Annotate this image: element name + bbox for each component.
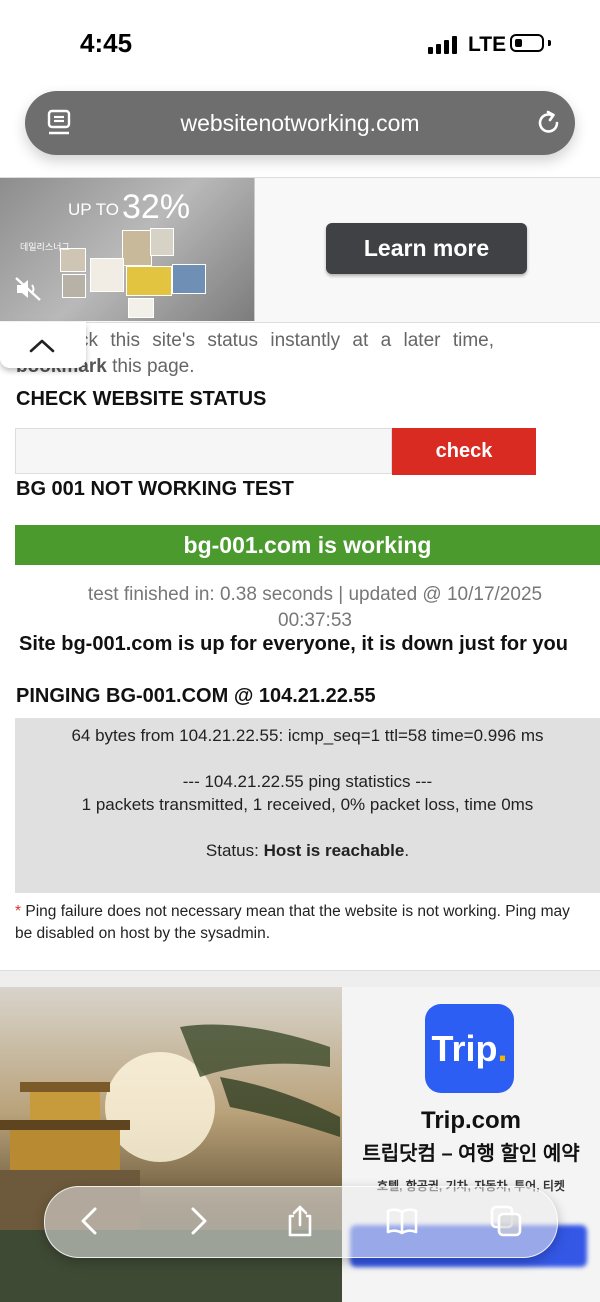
site-status-text: Site bg-001.com is up for everyone, it i… xyxy=(19,633,568,655)
browser-toolbar xyxy=(44,1186,558,1258)
ping-status: Status: Host is reachable. xyxy=(205,841,410,860)
check-button[interactable]: check xyxy=(392,428,536,475)
test-time: test finished in: 0.38 seconds | updated… xyxy=(0,582,600,634)
footnote-text: Ping failure does not necessary mean tha… xyxy=(15,903,570,942)
mute-icon[interactable] xyxy=(14,276,44,302)
learn-more-button[interactable]: Learn more xyxy=(326,223,527,274)
network-label: LTE xyxy=(468,33,507,56)
ping-heading: PINGING BG-001.COM @ 104.21.22.55 xyxy=(16,685,376,707)
page-menu-icon[interactable] xyxy=(47,109,73,137)
ad-image[interactable]: UP TO 32% 데일리스너그 xyxy=(0,178,255,321)
ping-output: 64 bytes from 104.21.22.55: icmp_seq=1 t… xyxy=(15,718,600,893)
trip-tagline: 트립닷컴 – 여행 할인 예약 xyxy=(362,1143,580,1165)
ping-footnote: * Ping failure does not necessary mean t… xyxy=(15,901,590,945)
tabs-icon[interactable] xyxy=(489,1204,523,1238)
ad-promo-prefix: UP TO xyxy=(68,200,120,219)
ad-brand-text: 데일리스너그 xyxy=(20,242,70,252)
battery-icon xyxy=(510,34,544,52)
reload-icon[interactable] xyxy=(535,109,563,137)
bookmark-hint-text-after: this page. xyxy=(112,356,195,377)
clock: 4:45 xyxy=(80,28,133,58)
ping-status-label: Status: xyxy=(205,841,259,860)
ping-stats-line: 1 packets transmitted, 1 received, 0% pa… xyxy=(81,795,534,814)
ping-stats-header: --- 104.21.22.55 ping statistics --- xyxy=(182,772,433,791)
footnote-star: * xyxy=(15,903,22,920)
test-time-line2: 00:37:53 xyxy=(278,610,352,631)
signal-icon xyxy=(428,36,457,54)
bookmark-hint: To check this site's status instantly at… xyxy=(16,328,494,380)
battery-level xyxy=(515,39,522,47)
back-icon[interactable] xyxy=(73,1204,107,1238)
bookmarks-icon[interactable] xyxy=(385,1204,419,1238)
check-status-heading: CHECK WEBSITE STATUS xyxy=(16,388,267,410)
trip-brand-name: Trip.com xyxy=(420,1107,522,1134)
trip-logo-text: Trip xyxy=(431,1028,498,1069)
ping-status-value: Host is reachable xyxy=(263,841,405,860)
ping-reply-line: 64 bytes from 104.21.22.55: icmp_seq=1 t… xyxy=(71,726,544,745)
share-icon[interactable] xyxy=(283,1204,317,1238)
url-text[interactable]: websitenotworking.com xyxy=(25,91,575,155)
ad-collapse-button[interactable] xyxy=(0,322,86,368)
battery-cap xyxy=(548,40,551,46)
ad-promo-value: 32% xyxy=(122,188,191,226)
chevron-up-icon xyxy=(29,339,55,353)
address-bar[interactable]: websitenotworking.com xyxy=(25,91,575,155)
test-time-line: test finished in: 0.38 seconds | updated… xyxy=(87,584,543,605)
forward-icon[interactable] xyxy=(181,1204,215,1238)
test-heading: BG 001 NOT WORKING TEST xyxy=(16,478,294,500)
trip-logo-dot: . xyxy=(497,1028,508,1069)
trip-logo: Trip. xyxy=(425,1004,514,1093)
bookmark-hint-text: To check this site's status instantly at… xyxy=(16,330,494,351)
top-advertisement[interactable]: UP TO 32% 데일리스너그 Learn more xyxy=(0,177,600,323)
result-banner: bg-001.com is working xyxy=(15,525,600,565)
website-input[interactable] xyxy=(15,428,392,474)
